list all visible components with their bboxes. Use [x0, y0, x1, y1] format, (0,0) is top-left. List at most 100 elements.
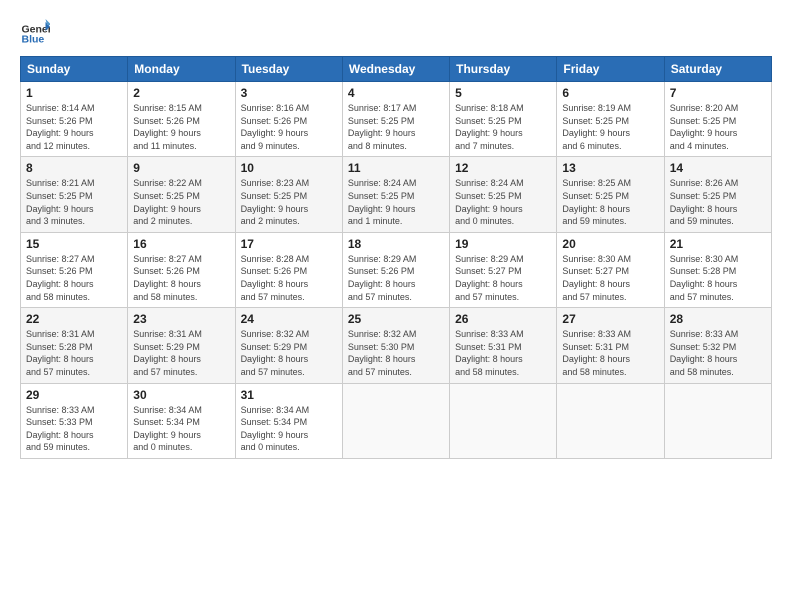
day-cell: 22 Sunrise: 8:31 AM Sunset: 5:28 PM Dayli…: [21, 308, 128, 383]
day-cell: 24Sunrise: 8:32 AM Sunset: 5:29 PM Dayli…: [235, 308, 342, 383]
header-row: SundayMondayTuesdayWednesdayThursdayFrid…: [21, 57, 772, 82]
day-cell: 11Sunrise: 8:24 AM Sunset: 5:25 PM Dayli…: [342, 157, 449, 232]
header-cell-friday: Friday: [557, 57, 664, 82]
day-info: Sunrise: 8:33 AM Sunset: 5:31 PM Dayligh…: [562, 328, 658, 378]
day-info: Sunrise: 8:19 AM Sunset: 5:25 PM Dayligh…: [562, 102, 658, 152]
logo-icon: General Blue: [20, 16, 50, 46]
day-cell: 17Sunrise: 8:28 AM Sunset: 5:26 PM Dayli…: [235, 232, 342, 307]
day-number: 7: [670, 86, 766, 100]
day-cell: 1Sunrise: 8:14 AM Sunset: 5:26 PM Daylig…: [21, 82, 128, 157]
day-info: Sunrise: 8:29 AM Sunset: 5:26 PM Dayligh…: [348, 253, 444, 303]
day-cell: 4 Sunrise: 8:17 AM Sunset: 5:25 PM Daylig…: [342, 82, 449, 157]
calendar-body: 1Sunrise: 8:14 AM Sunset: 5:26 PM Daylig…: [21, 82, 772, 459]
day-cell: 26Sunrise: 8:33 AM Sunset: 5:31 PM Dayli…: [450, 308, 557, 383]
day-number: 10: [241, 161, 337, 175]
day-cell: [450, 383, 557, 458]
day-number: 14: [670, 161, 766, 175]
day-cell: [557, 383, 664, 458]
day-cell: 16Sunrise: 8:27 AM Sunset: 5:26 PM Dayli…: [128, 232, 235, 307]
day-info: Sunrise: 8:29 AM Sunset: 5:27 PM Dayligh…: [455, 253, 551, 303]
day-number: 24: [241, 312, 337, 326]
day-info: Sunrise: 8:21 AM Sunset: 5:25 PM Dayligh…: [26, 177, 122, 227]
header-cell-wednesday: Wednesday: [342, 57, 449, 82]
day-cell: 8 Sunrise: 8:21 AM Sunset: 5:25 PM Daylig…: [21, 157, 128, 232]
day-cell: 21Sunrise: 8:30 AM Sunset: 5:28 PM Dayli…: [664, 232, 771, 307]
day-cell: 29 Sunrise: 8:33 AM Sunset: 5:33 PM Dayli…: [21, 383, 128, 458]
day-number: 20: [562, 237, 658, 251]
day-number: 27: [562, 312, 658, 326]
day-cell: 3 Sunrise: 8:16 AM Sunset: 5:26 PM Daylig…: [235, 82, 342, 157]
day-info: Sunrise: 8:24 AM Sunset: 5:25 PM Dayligh…: [348, 177, 444, 227]
day-info: Sunrise: 8:20 AM Sunset: 5:25 PM Dayligh…: [670, 102, 766, 152]
day-info: Sunrise: 8:30 AM Sunset: 5:27 PM Dayligh…: [562, 253, 658, 303]
day-number: 29: [26, 388, 122, 402]
week-row-2: 8 Sunrise: 8:21 AM Sunset: 5:25 PM Daylig…: [21, 157, 772, 232]
day-number: 2: [133, 86, 229, 100]
day-number: 8: [26, 161, 122, 175]
day-cell: [664, 383, 771, 458]
logo: General Blue: [20, 16, 54, 46]
day-number: 6: [562, 86, 658, 100]
header: General Blue: [20, 16, 772, 46]
header-cell-thursday: Thursday: [450, 57, 557, 82]
header-cell-monday: Monday: [128, 57, 235, 82]
calendar-table: SundayMondayTuesdayWednesdayThursdayFrid…: [20, 56, 772, 459]
svg-text:Blue: Blue: [22, 33, 45, 45]
day-number: 28: [670, 312, 766, 326]
day-number: 5: [455, 86, 551, 100]
day-cell: 30 Sunrise: 8:34 AM Sunset: 5:34 PM Dayli…: [128, 383, 235, 458]
day-cell: 6 Sunrise: 8:19 AM Sunset: 5:25 PM Daylig…: [557, 82, 664, 157]
day-cell: 28 Sunrise: 8:33 AM Sunset: 5:32 PM Dayli…: [664, 308, 771, 383]
day-number: 31: [241, 388, 337, 402]
day-number: 13: [562, 161, 658, 175]
day-info: Sunrise: 8:14 AM Sunset: 5:26 PM Dayligh…: [26, 102, 122, 152]
day-number: 22: [26, 312, 122, 326]
day-cell: 5 Sunrise: 8:18 AM Sunset: 5:25 PM Daylig…: [450, 82, 557, 157]
day-cell: 14 Sunrise: 8:26 AM Sunset: 5:25 PM Dayli…: [664, 157, 771, 232]
day-cell: 31Sunrise: 8:34 AM Sunset: 5:34 PM Dayli…: [235, 383, 342, 458]
day-cell: 12Sunrise: 8:24 AM Sunset: 5:25 PM Dayli…: [450, 157, 557, 232]
day-info: Sunrise: 8:16 AM Sunset: 5:26 PM Dayligh…: [241, 102, 337, 152]
day-number: 30: [133, 388, 229, 402]
day-cell: [342, 383, 449, 458]
day-info: Sunrise: 8:32 AM Sunset: 5:30 PM Dayligh…: [348, 328, 444, 378]
day-info: Sunrise: 8:31 AM Sunset: 5:29 PM Dayligh…: [133, 328, 229, 378]
day-cell: 15Sunrise: 8:27 AM Sunset: 5:26 PM Dayli…: [21, 232, 128, 307]
day-number: 18: [348, 237, 444, 251]
week-row-1: 1Sunrise: 8:14 AM Sunset: 5:26 PM Daylig…: [21, 82, 772, 157]
day-info: Sunrise: 8:15 AM Sunset: 5:26 PM Dayligh…: [133, 102, 229, 152]
week-row-3: 15Sunrise: 8:27 AM Sunset: 5:26 PM Dayli…: [21, 232, 772, 307]
day-info: Sunrise: 8:31 AM Sunset: 5:28 PM Dayligh…: [26, 328, 122, 378]
header-cell-tuesday: Tuesday: [235, 57, 342, 82]
day-info: Sunrise: 8:17 AM Sunset: 5:25 PM Dayligh…: [348, 102, 444, 152]
header-cell-saturday: Saturday: [664, 57, 771, 82]
day-info: Sunrise: 8:18 AM Sunset: 5:25 PM Dayligh…: [455, 102, 551, 152]
day-info: Sunrise: 8:25 AM Sunset: 5:25 PM Dayligh…: [562, 177, 658, 227]
week-row-5: 29 Sunrise: 8:33 AM Sunset: 5:33 PM Dayli…: [21, 383, 772, 458]
header-cell-sunday: Sunday: [21, 57, 128, 82]
day-cell: 10 Sunrise: 8:23 AM Sunset: 5:25 PM Dayli…: [235, 157, 342, 232]
day-cell: 25Sunrise: 8:32 AM Sunset: 5:30 PM Dayli…: [342, 308, 449, 383]
day-info: Sunrise: 8:27 AM Sunset: 5:26 PM Dayligh…: [133, 253, 229, 303]
day-info: Sunrise: 8:27 AM Sunset: 5:26 PM Dayligh…: [26, 253, 122, 303]
day-info: Sunrise: 8:23 AM Sunset: 5:25 PM Dayligh…: [241, 177, 337, 227]
day-info: Sunrise: 8:26 AM Sunset: 5:25 PM Dayligh…: [670, 177, 766, 227]
day-info: Sunrise: 8:34 AM Sunset: 5:34 PM Dayligh…: [133, 404, 229, 454]
day-info: Sunrise: 8:33 AM Sunset: 5:33 PM Dayligh…: [26, 404, 122, 454]
day-number: 4: [348, 86, 444, 100]
day-info: Sunrise: 8:22 AM Sunset: 5:25 PM Dayligh…: [133, 177, 229, 227]
day-info: Sunrise: 8:33 AM Sunset: 5:31 PM Dayligh…: [455, 328, 551, 378]
day-cell: 9 Sunrise: 8:22 AM Sunset: 5:25 PM Daylig…: [128, 157, 235, 232]
calendar-header: SundayMondayTuesdayWednesdayThursdayFrid…: [21, 57, 772, 82]
day-number: 9: [133, 161, 229, 175]
day-number: 3: [241, 86, 337, 100]
day-cell: 19 Sunrise: 8:29 AM Sunset: 5:27 PM Dayli…: [450, 232, 557, 307]
day-number: 19: [455, 237, 551, 251]
day-info: Sunrise: 8:28 AM Sunset: 5:26 PM Dayligh…: [241, 253, 337, 303]
week-row-4: 22 Sunrise: 8:31 AM Sunset: 5:28 PM Dayli…: [21, 308, 772, 383]
day-number: 23: [133, 312, 229, 326]
day-number: 12: [455, 161, 551, 175]
day-info: Sunrise: 8:33 AM Sunset: 5:32 PM Dayligh…: [670, 328, 766, 378]
day-cell: 7 Sunrise: 8:20 AM Sunset: 5:25 PM Daylig…: [664, 82, 771, 157]
day-cell: 2 Sunrise: 8:15 AM Sunset: 5:26 PM Daylig…: [128, 82, 235, 157]
